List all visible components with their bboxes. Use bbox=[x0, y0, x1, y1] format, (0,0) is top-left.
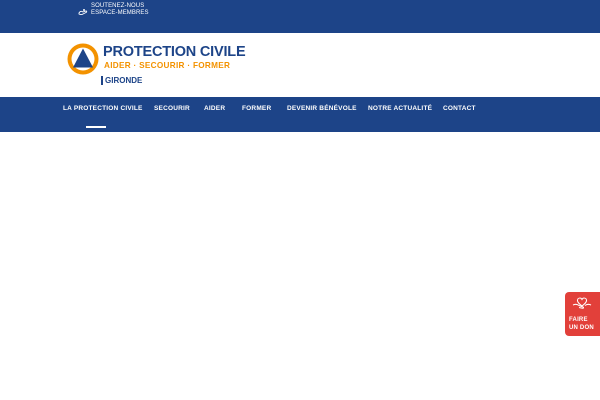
nav-notre-actualite[interactable]: NOTRE ACTUALITÉ bbox=[368, 105, 432, 112]
support-links[interactable]: SOUTENEZ-NOUS ESPACE-MEMBRES bbox=[78, 3, 149, 17]
nav-secourir[interactable]: SECOURIR bbox=[154, 105, 190, 112]
protection-civile-emblem-icon bbox=[67, 43, 99, 75]
nav-contact[interactable]: CONTACT bbox=[443, 105, 476, 112]
top-bar: SOUTENEZ-NOUS ESPACE-MEMBRES bbox=[0, 0, 600, 33]
hand-icon bbox=[78, 8, 88, 15]
nav-devenir-benevole[interactable]: DEVENIR BÉNÉVOLE bbox=[287, 105, 357, 112]
donate-button[interactable]: FAIRE UN DON bbox=[565, 292, 600, 336]
logo-tagline: AIDER · SECOURIR · FORMER bbox=[104, 61, 231, 70]
donate-label: FAIRE UN DON bbox=[569, 316, 599, 332]
donate-label-line2: UN DON bbox=[569, 325, 594, 331]
heart-hand-icon bbox=[572, 297, 592, 309]
nav-former[interactable]: FORMER bbox=[242, 105, 271, 112]
nav-active-indicator bbox=[86, 126, 106, 128]
page-content bbox=[0, 132, 600, 400]
support-us-link[interactable]: SOUTENEZ-NOUS bbox=[91, 3, 149, 10]
logo-separator bbox=[101, 76, 103, 85]
donate-label-line1: FAIRE bbox=[569, 317, 588, 323]
member-area-link[interactable]: ESPACE-MEMBRES bbox=[91, 10, 149, 17]
site-logo[interactable]: PROTECTION CIVILE AIDER · SECOURIR · FOR… bbox=[67, 43, 247, 93]
logo-title: PROTECTION CIVILE bbox=[103, 44, 246, 60]
logo-region: GIRONDE bbox=[105, 76, 143, 85]
nav-la-protection-civile[interactable]: LA PROTECTION CIVILE bbox=[63, 105, 143, 112]
nav-aider[interactable]: AIDER bbox=[204, 105, 225, 112]
